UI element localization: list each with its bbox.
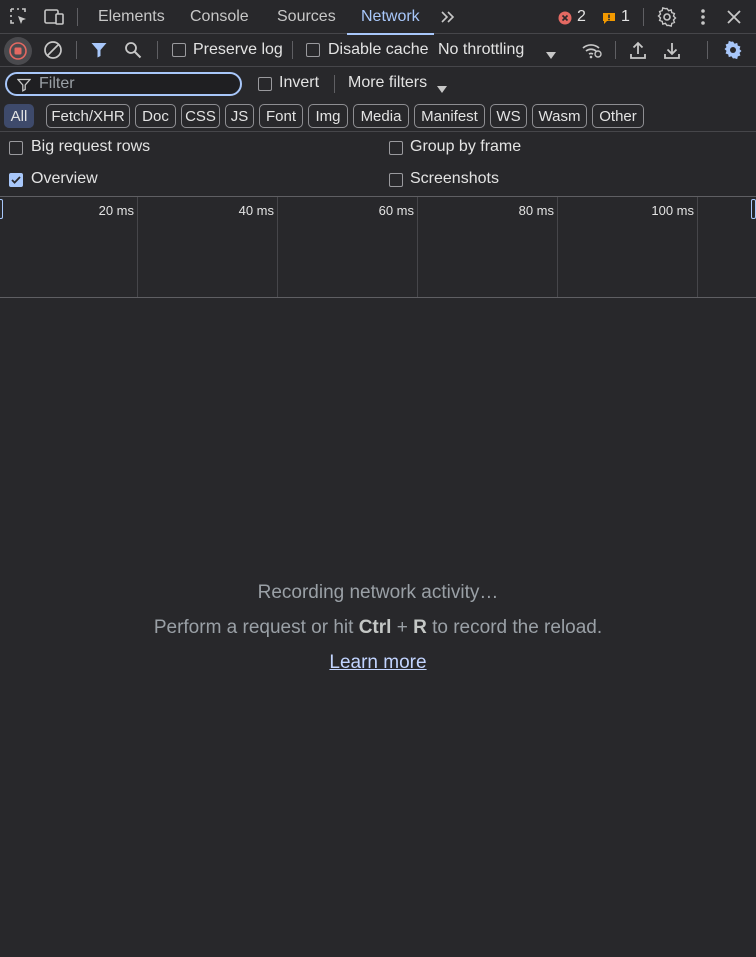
toolbar-divider <box>334 75 335 93</box>
big-request-rows-label[interactable]: Big request rows <box>31 138 150 156</box>
disable-cache-label[interactable]: Disable cache <box>328 41 429 59</box>
type-filter-fetch-xhr[interactable]: Fetch/XHR <box>46 104 130 128</box>
toolbar-divider <box>77 8 78 26</box>
big-request-rows-checkbox[interactable] <box>9 141 23 155</box>
screenshots-checkbox[interactable] <box>389 173 403 187</box>
more-filters-label: More filters <box>348 74 428 91</box>
throttling-select[interactable]: No throttling <box>438 38 562 64</box>
type-filter-ws[interactable]: WS <box>490 104 527 128</box>
timeline-gridline <box>277 197 278 297</box>
type-filter-css[interactable]: CSS <box>181 104 220 128</box>
invert-label[interactable]: Invert <box>279 74 319 92</box>
more-filters-dropdown[interactable]: More filters <box>348 72 448 96</box>
chevron-double-right-icon[interactable] <box>438 7 458 27</box>
timeline-tick-label: 20 ms <box>98 203 134 218</box>
close-icon[interactable] <box>724 7 744 27</box>
record-reload-hint: Perform a request or hit Ctrl + R to rec… <box>0 617 756 639</box>
toolbar-divider <box>643 8 644 26</box>
toolbar-divider <box>292 41 293 59</box>
shortcut-key: R <box>413 617 427 638</box>
type-filter-other[interactable]: Other <box>592 104 644 128</box>
overview-label[interactable]: Overview <box>31 170 98 188</box>
timeline-tick-label: 60 ms <box>378 203 414 218</box>
search-icon[interactable] <box>123 40 143 60</box>
type-filter-doc[interactable]: Doc <box>135 104 176 128</box>
timeline-gridline <box>417 197 418 297</box>
timeline-gridline <box>697 197 698 297</box>
gear-icon[interactable] <box>656 6 678 28</box>
tab-label: Sources <box>277 8 336 25</box>
hint-prefix: Perform a request or hit <box>153 617 359 638</box>
toolbar-divider <box>157 41 158 59</box>
timeline-gridline <box>137 197 138 297</box>
chevron-down-icon <box>437 81 447 99</box>
timeline-overview[interactable]: 20 ms 40 ms 60 ms 80 ms 100 ms <box>0 196 756 298</box>
preserve-log-label[interactable]: Preserve log <box>193 41 283 59</box>
error-icon[interactable] <box>557 10 573 26</box>
overview-checkbox[interactable] <box>9 173 23 187</box>
type-filter-js[interactable]: JS <box>225 104 254 128</box>
toolbar-divider <box>707 41 708 59</box>
preserve-log-checkbox[interactable] <box>172 43 186 57</box>
timeline-left-handle[interactable] <box>0 199 3 219</box>
tab-label: Elements <box>98 8 165 25</box>
warning-icon[interactable] <box>601 10 617 26</box>
tab-label: Console <box>190 8 249 25</box>
shortcut-plus: + <box>391 617 414 638</box>
export-har-icon[interactable] <box>662 39 682 61</box>
chevron-down-icon <box>546 47 556 65</box>
tab-network[interactable]: Network <box>347 0 434 35</box>
invert-checkbox[interactable] <box>258 77 272 91</box>
network-toolbar: Preserve log Disable cache No throttling <box>0 34 756 67</box>
record-stop-icon[interactable] <box>4 37 32 65</box>
filter-placeholder: Filter <box>39 75 75 92</box>
type-filter-font[interactable]: Font <box>259 104 303 128</box>
filter-funnel-icon <box>16 78 32 97</box>
tab-label: Network <box>361 8 420 25</box>
learn-more-row: Learn more <box>0 652 756 674</box>
learn-more-link[interactable]: Learn more <box>329 652 426 673</box>
hint-suffix: to record the reload. <box>426 617 603 638</box>
type-filter-wasm[interactable]: Wasm <box>532 104 587 128</box>
screenshots-label[interactable]: Screenshots <box>410 170 499 188</box>
disable-cache-checkbox[interactable] <box>306 43 320 57</box>
clear-icon[interactable] <box>42 39 64 61</box>
checkmark-icon <box>11 176 21 184</box>
type-filter-manifest[interactable]: Manifest <box>414 104 485 128</box>
toolbar-divider <box>76 41 77 59</box>
import-har-icon[interactable] <box>628 39 648 61</box>
group-by-frame-checkbox[interactable] <box>389 141 403 155</box>
group-by-frame-label[interactable]: Group by frame <box>410 138 521 156</box>
recording-status: Recording network activity… <box>257 582 499 603</box>
throttling-value: No throttling <box>438 41 525 58</box>
toolbar-divider <box>615 41 616 59</box>
timeline-tick-label: 40 ms <box>238 203 274 218</box>
type-filter-img[interactable]: Img <box>308 104 348 128</box>
device-toolbar-icon[interactable] <box>42 7 66 27</box>
tab-console[interactable]: Console <box>190 0 249 34</box>
filter-funnel-icon[interactable] <box>89 40 109 60</box>
type-filter-all[interactable]: All <box>4 104 34 128</box>
type-filter-media[interactable]: Media <box>353 104 409 128</box>
network-settings-gear-icon[interactable] <box>722 39 744 61</box>
filter-input[interactable]: Filter <box>5 72 242 96</box>
warning-count[interactable]: 1 <box>621 8 630 26</box>
timeline-gridline <box>557 197 558 297</box>
timeline-right-handle[interactable] <box>751 199 756 219</box>
tab-elements[interactable]: Elements <box>98 0 165 34</box>
timeline-tick-label: 100 ms <box>651 203 694 218</box>
tab-sources[interactable]: Sources <box>277 0 336 34</box>
devtools-tabbar: Elements Console Sources Network 2 1 <box>0 0 756 35</box>
error-count[interactable]: 2 <box>577 8 586 26</box>
network-conditions-icon[interactable] <box>580 39 604 61</box>
more-vertical-icon[interactable] <box>693 7 713 27</box>
shortcut-key: Ctrl <box>358 617 392 638</box>
inspect-element-icon[interactable] <box>8 7 30 27</box>
timeline-tick-label: 80 ms <box>518 203 554 218</box>
